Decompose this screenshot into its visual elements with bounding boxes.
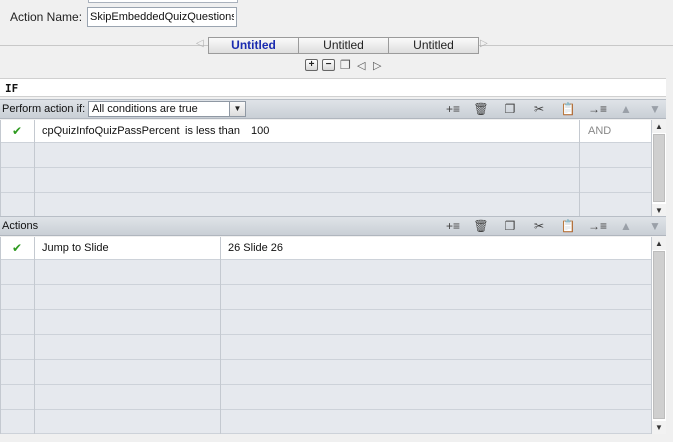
- check-icon[interactable]: ✔: [12, 124, 22, 138]
- action-row[interactable]: [1, 310, 652, 335]
- action-name-label: Action Name:: [10, 10, 83, 24]
- tab-scroll-right-icon[interactable]: ▷: [480, 38, 488, 49]
- move-down-icon[interactable]: ▼: [646, 218, 664, 234]
- action-row[interactable]: [1, 335, 652, 360]
- scroll-thumb[interactable]: [653, 251, 665, 419]
- move-up-icon[interactable]: ▲: [617, 101, 635, 117]
- condition-logic[interactable]: AND: [588, 125, 611, 137]
- action-row[interactable]: [1, 360, 652, 385]
- condition-row[interactable]: [1, 168, 652, 193]
- condition-operator[interactable]: is less than: [185, 125, 240, 137]
- delete-condition-icon[interactable]: 🗑: [472, 101, 490, 117]
- column-divider: [34, 237, 35, 434]
- scroll-thumb[interactable]: [653, 134, 665, 202]
- condition-mode-select[interactable]: All conditions are true ▼: [88, 101, 246, 117]
- column-divider: [220, 237, 221, 434]
- scroll-up-icon[interactable]: ▲: [652, 120, 666, 133]
- action-name[interactable]: Jump to Slide: [42, 242, 109, 254]
- add-decision-button[interactable]: +: [305, 59, 318, 71]
- copy-condition-icon[interactable]: ❐: [501, 101, 519, 117]
- tab-scroll-left-icon[interactable]: ◁: [196, 38, 204, 49]
- action-row[interactable]: [1, 410, 652, 434]
- tab-decision-3[interactable]: Untitled: [388, 37, 479, 54]
- column-divider: [34, 120, 35, 217]
- add-action-icon[interactable]: +≡: [444, 218, 462, 234]
- scroll-down-icon[interactable]: ▼: [652, 421, 666, 434]
- move-down-icon[interactable]: ▼: [646, 101, 664, 117]
- delete-action-icon[interactable]: 🗑: [472, 218, 490, 234]
- action-row[interactable]: [1, 260, 652, 285]
- actions-label: Actions: [2, 220, 39, 232]
- actions-scrollbar[interactable]: ▲ ▼: [651, 237, 666, 434]
- action-row[interactable]: ✔ Jump to Slide 26 Slide 26: [1, 237, 652, 260]
- insert-action-icon[interactable]: →≡: [588, 218, 607, 234]
- condition-row[interactable]: [1, 143, 652, 168]
- condition-row[interactable]: ✔ cpQuizInfoQuizPassPercent is less than…: [1, 120, 652, 143]
- tab-decision-2[interactable]: Untitled: [298, 37, 389, 54]
- insert-condition-icon[interactable]: →≡: [588, 101, 607, 117]
- check-icon[interactable]: ✔: [12, 241, 22, 255]
- conditions-scrollbar[interactable]: ▲ ▼: [651, 120, 666, 217]
- if-bar: [0, 78, 666, 97]
- action-row[interactable]: [1, 385, 652, 410]
- condition-variable[interactable]: cpQuizInfoQuizPassPercent: [42, 125, 180, 137]
- condition-row[interactable]: [1, 193, 652, 217]
- copy-action-icon[interactable]: ❐: [501, 218, 519, 234]
- cut-action-icon[interactable]: ✂: [530, 218, 548, 234]
- tab-decision-1[interactable]: Untitled: [208, 37, 299, 54]
- if-label: IF: [5, 82, 19, 95]
- conditions-grid: ✔ cpQuizInfoQuizPassPercent is less than…: [0, 120, 652, 217]
- action-row[interactable]: [1, 285, 652, 310]
- scroll-up-icon[interactable]: ▲: [652, 237, 666, 250]
- add-condition-icon[interactable]: +≡: [444, 101, 462, 117]
- remove-decision-button[interactable]: −: [322, 59, 335, 71]
- cut-condition-icon[interactable]: ✂: [530, 101, 548, 117]
- move-up-icon[interactable]: ▲: [617, 218, 635, 234]
- paste-action-icon[interactable]: 📋: [559, 218, 577, 234]
- actions-grid: ✔ Jump to Slide 26 Slide 26: [0, 237, 652, 434]
- column-divider: [579, 120, 580, 217]
- condition-mode-value: All conditions are true: [92, 103, 198, 115]
- top-input-stub: [88, 0, 238, 3]
- prev-decision-icon[interactable]: ◁: [357, 59, 365, 72]
- condition-value[interactable]: 100: [251, 125, 269, 137]
- perform-action-label: Perform action if:: [2, 103, 86, 115]
- action-name-input[interactable]: [87, 7, 237, 27]
- next-decision-icon[interactable]: ▷: [373, 59, 381, 72]
- action-target[interactable]: 26 Slide 26: [228, 242, 283, 254]
- chevron-down-icon[interactable]: ▼: [229, 102, 245, 116]
- copy-decision-icon[interactable]: ❐: [340, 58, 351, 72]
- paste-condition-icon[interactable]: 📋: [559, 101, 577, 117]
